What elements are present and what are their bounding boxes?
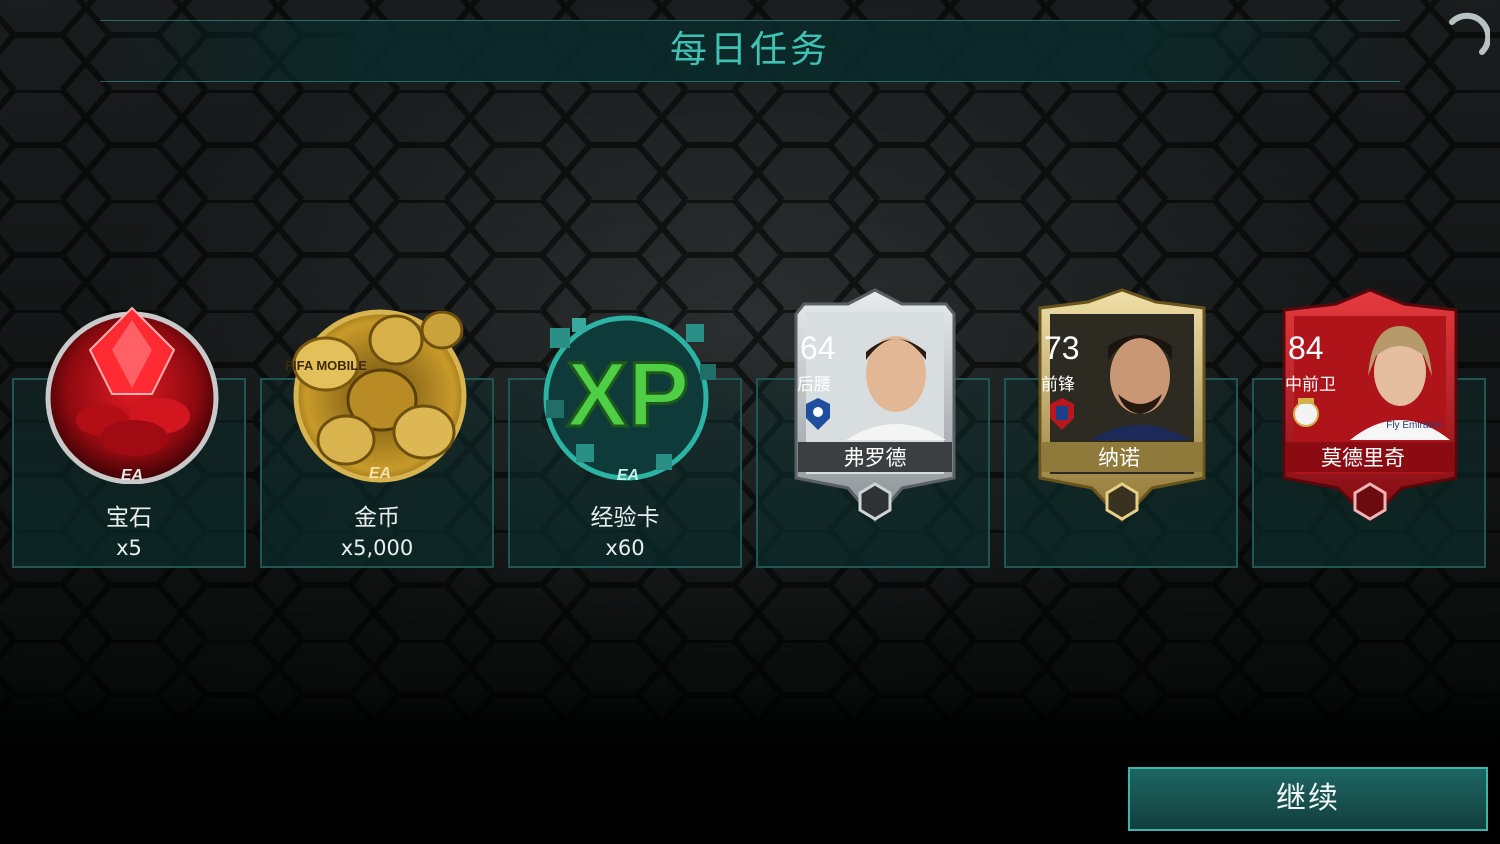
player-name: 纳诺	[1098, 446, 1140, 470]
gem-icon: EA	[45, 306, 219, 484]
club-crest-icon	[1050, 398, 1074, 430]
player-photo	[846, 336, 946, 440]
xp-art-text: XP	[567, 344, 690, 446]
player-position: 中前卫	[1285, 375, 1336, 395]
reward-quantity: x5	[116, 536, 142, 560]
player-rating: 84	[1288, 330, 1324, 366]
club-crest-icon	[1293, 398, 1319, 427]
ea-logo: EA	[617, 467, 639, 484]
reward-quantity: x5,000	[340, 536, 414, 560]
player-card-red: Fly Emirates 84 中前卫 莫德里奇	[1278, 288, 1458, 524]
loading-spinner-icon	[1449, 12, 1490, 55]
reward-quantity: x60	[605, 536, 645, 560]
coin-label: FIFA MOBILE	[285, 358, 367, 373]
reward-name: 宝石	[106, 505, 152, 531]
club-crest-icon	[806, 398, 830, 430]
player-card-gold: 73 前锋 纳诺	[1034, 288, 1206, 524]
player-name: 弗罗德	[843, 446, 907, 470]
page-title: 每日任务	[670, 28, 830, 71]
player-rating: 64	[800, 330, 836, 366]
player-photo	[1090, 335, 1190, 440]
player-position: 前锋	[1041, 375, 1075, 395]
player-position: 后腰	[797, 375, 831, 395]
reward-name: 金币	[354, 505, 400, 531]
ea-logo: EA	[121, 467, 143, 484]
coins-icon: FIFA MOBILE EA	[285, 309, 467, 483]
shirt-sponsor-text: Fly Emirates	[1386, 420, 1442, 431]
player-name: 莫德里奇	[1321, 446, 1405, 470]
xp-icon: XP EA	[543, 315, 716, 484]
hex-background	[0, 0, 1500, 720]
header-bar: 每日任务	[100, 20, 1400, 82]
player-photo: Fly Emirates	[1350, 326, 1450, 440]
reward-name: 经验卡	[590, 505, 660, 531]
ea-logo: EA	[369, 465, 391, 482]
hex-pattern	[0, 0, 1500, 720]
continue-button[interactable]: 继续	[1128, 767, 1488, 831]
player-rating: 73	[1044, 330, 1080, 366]
player-card-silver: 64 后腰 弗罗德	[790, 288, 960, 524]
